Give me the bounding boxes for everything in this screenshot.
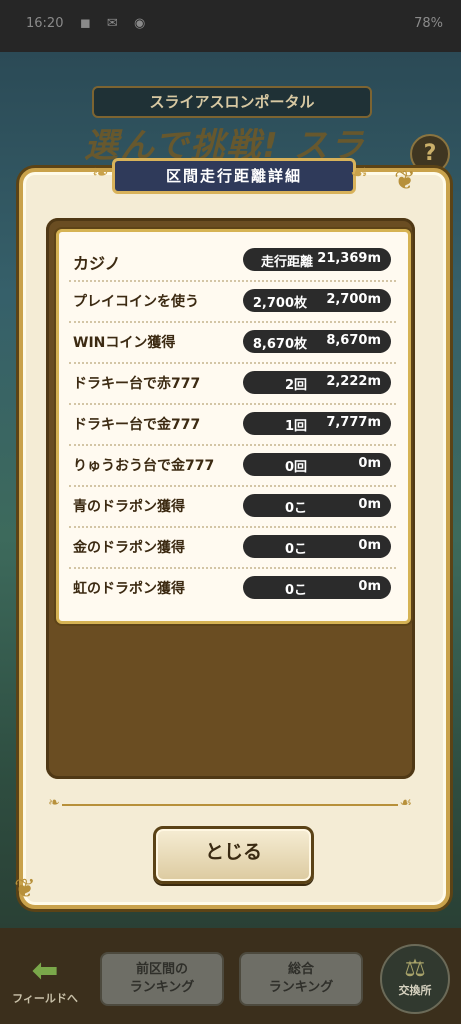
item-label: りゅうおう台で金777 [73,458,215,474]
field-button[interactable]: ⬅ フィールドへ [10,950,80,1006]
divider-line [62,804,398,806]
value-pill: 0こ 0m [243,535,391,558]
pill-count: 0こ [284,542,307,557]
pill-count: 1回 [284,419,307,434]
list-item: 金のドラポン獲得 0こ 0m [69,527,396,569]
item-label: 青のドラポン獲得 [73,499,185,515]
back-arrow-icon: ⬅ [31,951,59,989]
portal-title: スライアスロンポータル [92,86,372,118]
battery-level: 78% [414,16,443,31]
pill-count: 0こ [284,501,307,516]
pill-distance: 21,369m [317,251,381,266]
pill-count: 0回 [284,460,307,475]
pill-count: 2,700枚 [252,296,307,311]
list-item: 青のドラポン獲得 0こ 0m [69,486,396,528]
pill-distance: 2,222m [326,374,381,389]
list-item: ドラキー台で赤777 2回 2,222m [69,363,396,405]
pill-count: 2回 [284,378,307,393]
prev-ranking-label: 前区間の ランキング [129,962,195,995]
divider-ornament-icon: ❧ [48,795,60,811]
item-label: ドラキー台で金777 [73,417,201,433]
pill-count: 走行距離 [260,255,313,270]
status-bar: 16:20 ◼ ✉ ◉ 78% [0,0,461,52]
distance-list: カジノ 走行距離 21,369m プレイコインを使う 2,700枚 2,700m… [56,229,411,624]
item-label: プレイコインを使う [73,294,199,310]
list-item: WINコイン獲得 8,670枚 8,670m [69,322,396,364]
list-item: ドラキー台で金777 1回 7,777m [69,404,396,446]
value-pill: 8,670枚 8,670m [243,330,391,353]
ornamental-divider: ❧ ☙ [48,795,412,812]
corner-ornament-icon: ❦ [394,166,416,196]
total-ranking-button[interactable]: 総合 ランキング [239,952,363,1006]
item-label: WINコイン獲得 [73,335,176,351]
list-item: プレイコインを使う 2,700枚 2,700m [69,281,396,323]
pill-distance: 7,777m [326,415,381,430]
pill-distance: 0m [358,456,381,471]
value-pill: 2回 2,222m [243,371,391,394]
list-item: りゅうおう台で金777 0回 0m [69,445,396,487]
item-label: 虹のドラポン獲得 [73,581,185,597]
title-ornament-left-icon: ❧ [92,160,109,184]
close-button[interactable]: とじる [153,826,314,884]
pill-distance: 2,700m [326,292,381,307]
item-label: ドラキー台で赤777 [73,376,201,392]
corner-ornament-icon: ❦ [14,874,36,904]
total-ranking-label: 総合 ランキング [268,962,334,995]
value-pill: 2,700枚 2,700m [243,289,391,312]
prev-ranking-button[interactable]: 前区間の ランキング [100,952,224,1006]
list-header-row: カジノ 走行距離 21,369m [69,240,396,282]
exchange-label: 交換所 [398,984,432,997]
exchange-icon: ⚖ [404,954,426,982]
title-ornament-right-icon: ☙ [350,160,368,184]
clock: 16:20 [26,16,64,31]
field-button-label: フィールドへ [12,992,78,1005]
pill-count: 8,670枚 [252,337,307,352]
pill-distance: 0m [358,497,381,512]
pill-distance: 8,670m [326,333,381,348]
value-pill: 0回 0m [243,453,391,476]
value-pill: 0こ 0m [243,576,391,599]
exchange-button[interactable]: ⚖ 交換所 [380,944,450,1014]
pill-count: 0こ [284,583,307,598]
value-pill: 1回 7,777m [243,412,391,435]
value-pill: 走行距離 21,369m [243,248,391,271]
item-label: 金のドラポン獲得 [73,540,185,556]
divider-ornament-icon: ☙ [399,795,412,811]
category-label: カジノ [73,254,121,273]
list-item: 虹のドラポン獲得 0こ 0m [69,568,396,608]
value-pill: 0こ 0m [243,494,391,517]
modal-title: 区間走行距離詳細 [112,158,356,194]
pill-distance: 0m [358,579,381,594]
pill-distance: 0m [358,538,381,553]
notification-icons: ◼ ✉ ◉ [80,16,152,31]
